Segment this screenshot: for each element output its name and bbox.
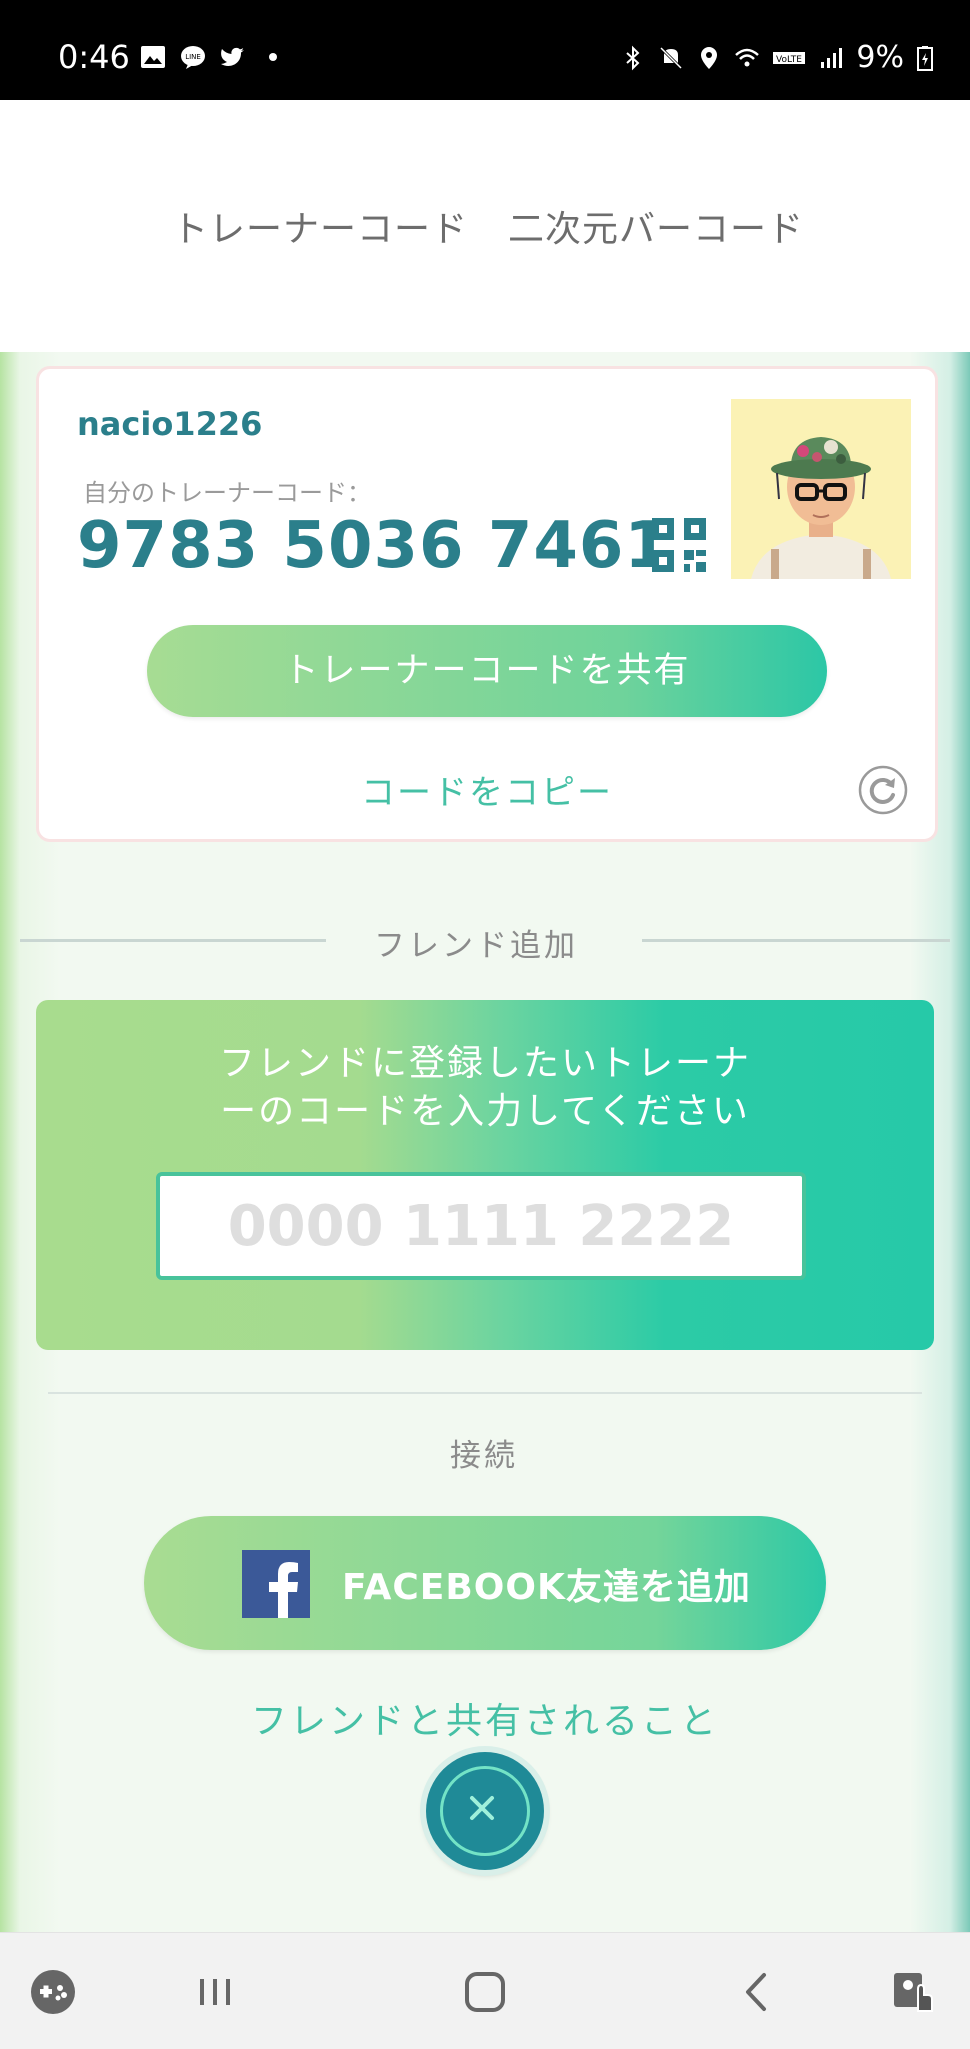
bluetooth-icon [626,45,640,70]
volte-icon: VoLTE [773,51,806,65]
add-friend-panel: フレンドに登録したいトレーナ ーのコードを入力してください [36,1000,934,1350]
instruction-line: ーのコードを入力してください [220,1091,750,1132]
connect-title: 接続 [450,1438,518,1474]
tab-qr-code[interactable]: 二次元バーコード [508,200,804,252]
trainer-username: nacio1226 [77,405,263,443]
shared-with-friends-link[interactable]: フレンドと共有されること [0,1692,970,1744]
share-trainer-code-button[interactable]: トレーナーコードを共有 [147,625,827,717]
trainer-code-label: 自分のトレーナーコード： [83,479,371,507]
status-time: 0:46 [58,38,130,76]
wifi-icon [735,48,760,66]
trainer-code-value: 9783 5036 7461 [77,509,670,583]
recent-apps-icon[interactable] [190,1967,240,2017]
divider [48,1392,922,1394]
status-bar: 0:46 LINE VoLTE 9% [0,0,970,100]
signal-icon [821,47,843,68]
dot-icon [269,53,277,61]
battery-percent: 9% [856,40,904,75]
line-icon: LINE [181,46,205,69]
friend-screen-content: nacio1226 自分のトレーナーコード： 9783 5036 7461 トレ… [0,352,970,1932]
mute-icon [660,46,683,69]
copy-code-link[interactable]: コードをコピー [39,765,935,814]
location-icon [701,46,718,69]
close-icon [440,1766,530,1856]
refresh-icon[interactable] [858,765,908,815]
close-button[interactable] [426,1752,544,1870]
instruction-line: フレンドに登録したいトレーナ [218,1043,751,1084]
add-facebook-friends-button[interactable]: FACEBOOK友達を追加 [144,1516,826,1650]
tab-bar: トレーナーコード 二次元バーコード [0,100,970,402]
facebook-icon [242,1550,310,1618]
svg-text:VoLTE: VoLTE [776,55,802,65]
divider [20,939,326,942]
tab-trainer-code[interactable]: トレーナーコード [172,200,468,252]
trainer-card: nacio1226 自分のトレーナーコード： 9783 5036 7461 トレ… [36,366,938,842]
qr-code-icon[interactable] [651,517,707,573]
add-friend-title: フレンド追加 [374,928,578,964]
back-icon[interactable] [732,1967,782,2017]
facebook-button-label: FACEBOOK友達を追加 [342,1567,751,1608]
gallery-icon [141,46,165,68]
accessibility-icon[interactable] [888,1967,938,2017]
friend-code-input[interactable] [156,1172,806,1280]
divider [642,939,950,942]
add-friend-instruction: フレンドに登録したいトレーナ ーのコードを入力してください [36,1040,934,1136]
home-icon[interactable] [460,1967,510,2017]
game-launcher-icon[interactable] [28,1967,78,2017]
twitter-icon [221,47,244,66]
trainer-avatar [731,399,911,579]
battery-icon [917,45,933,71]
svg-text:LINE: LINE [185,53,201,61]
system-nav-bar [0,1932,970,2049]
